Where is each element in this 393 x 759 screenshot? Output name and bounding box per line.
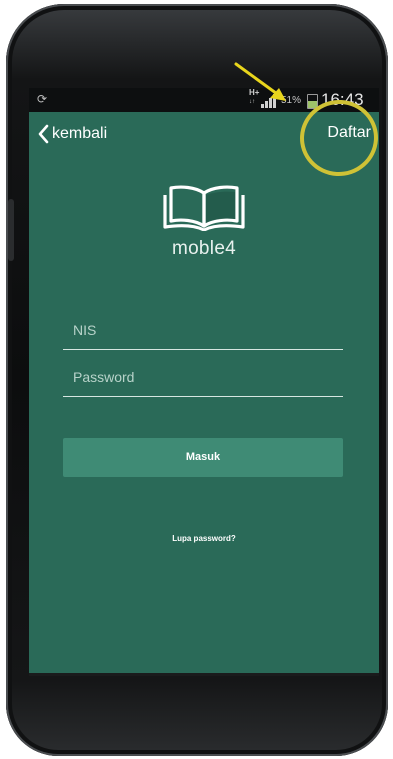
login-button[interactable]: Masuk (63, 438, 343, 477)
chevron-left-icon (38, 124, 49, 144)
back-label: kembali (52, 125, 108, 142)
password-input[interactable] (71, 368, 335, 386)
nis-input[interactable] (71, 321, 335, 339)
screen-bottom-edge (29, 673, 379, 676)
phone-side-button (8, 199, 14, 261)
back-button[interactable]: kembali (37, 122, 107, 146)
sync-icon: ⟳ (37, 92, 48, 106)
forgot-password-link[interactable]: Lupa password? (29, 534, 379, 543)
annotation-arrow-icon (234, 62, 286, 101)
password-field (63, 362, 343, 397)
app-name: moble4 (171, 238, 237, 259)
app-screen: ⟳ H+ ↓↑ 51% 16:43 kembali Daftar moble4 (29, 88, 379, 673)
nis-field (63, 315, 343, 350)
open-book-icon (163, 185, 245, 231)
